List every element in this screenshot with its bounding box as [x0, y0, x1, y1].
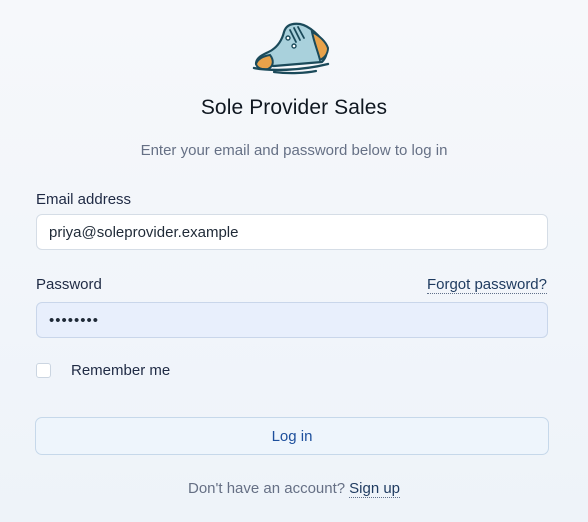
remember-me-checkbox[interactable] — [36, 363, 51, 378]
signup-prompt-text: Don't have an account? — [187, 480, 346, 497]
login-button[interactable]: Log in — [35, 417, 549, 455]
app-title: Sole Provider Sales — [200, 96, 388, 119]
forgot-password-link[interactable]: Forgot password? — [426, 276, 547, 294]
email-field[interactable] — [36, 214, 548, 250]
email-label: Email address — [36, 191, 132, 208]
login-instructions: Enter your email and password below to l… — [140, 142, 448, 159]
password-label: Password — [36, 276, 102, 293]
signup-link[interactable]: Sign up — [349, 480, 401, 498]
sneaker-icon — [252, 22, 330, 75]
signup-prompt: Don't have an account? Sign up — [0, 480, 588, 498]
remember-me-label: Remember me — [71, 362, 171, 379]
password-field[interactable] — [36, 302, 548, 338]
remember-me-option[interactable]: Remember me — [36, 362, 170, 379]
